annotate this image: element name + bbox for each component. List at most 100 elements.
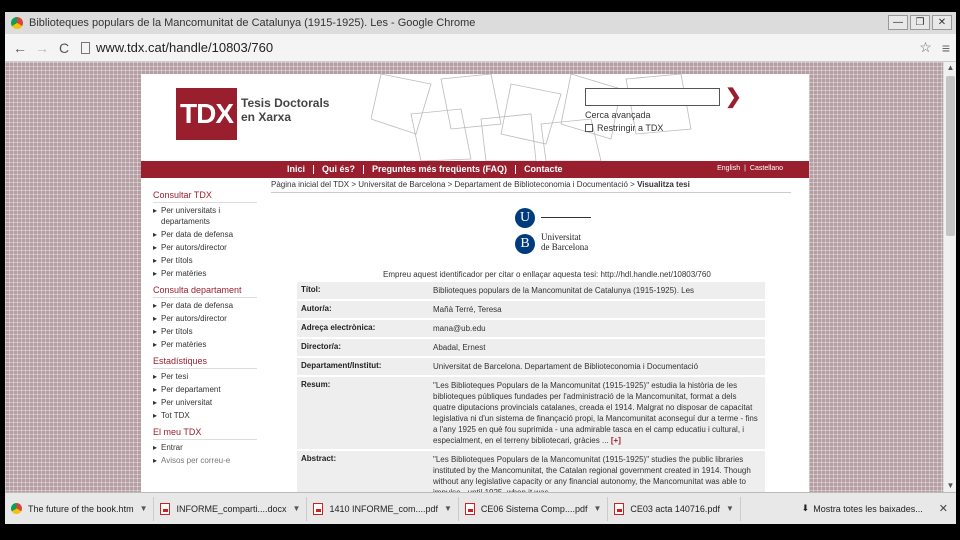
field-label: Autor/a: <box>297 301 429 318</box>
maximize-button[interactable]: ❐ <box>910 15 930 30</box>
sidebar-link[interactable]: Tot TDX <box>153 410 257 421</box>
nav-faq[interactable]: Preguntes més freqüents (FAQ) <box>363 165 515 174</box>
sidebar-link[interactable]: Per autors/director <box>153 242 257 253</box>
sidebar-link[interactable]: Per universitats i departaments <box>153 205 257 227</box>
sidebar-link[interactable]: Per universitat <box>153 397 257 408</box>
page-icon <box>81 41 90 54</box>
sidebar-link[interactable]: Per data de defensa <box>153 300 257 311</box>
permalink-text[interactable]: Empreu aquest identificador per citar o … <box>383 270 711 279</box>
chrome-icon <box>11 17 23 29</box>
download-filename: The future of the book.htm <box>28 503 134 514</box>
sidebar-section-title: Consultar TDX <box>153 190 257 203</box>
field-value: "Les Biblioteques Populars de la Mancomu… <box>429 451 765 492</box>
title-bar: Biblioteques populars de la Mancomunitat… <box>5 12 956 34</box>
table-row: Autor/a: Mañà Terré, Teresa <box>297 301 765 318</box>
sidebar-link[interactable]: Per títols <box>153 326 257 337</box>
lang-castellano[interactable]: Castellano <box>750 165 783 172</box>
star-icon[interactable]: ☆ <box>919 39 932 56</box>
sidebar-link[interactable]: Per departament <box>153 384 257 395</box>
browser-window: Biblioteques populars de la Mancomunitat… <box>5 12 956 524</box>
sidebar-link[interactable]: Per matèries <box>153 268 257 279</box>
page-viewport: TDX Tesis Doctorals en Xarxa ❯ Cerca ava… <box>5 62 943 492</box>
sidebar-link[interactable]: Per títols <box>153 255 257 266</box>
table-row: Abstract: "Les Biblioteques Populars de … <box>297 451 765 492</box>
field-value[interactable]: mana@ub.edu <box>429 320 765 337</box>
scrollbar-thumb[interactable] <box>946 76 955 236</box>
download-icon: ⬇ <box>801 503 810 513</box>
chevron-down-icon[interactable]: ▼ <box>444 504 452 513</box>
reload-button[interactable]: C <box>55 39 73 57</box>
download-item[interactable]: 1410 INFORME_com....pdf ▼ <box>307 496 459 521</box>
chevron-down-icon[interactable]: ▼ <box>140 504 148 513</box>
main-nav: Inici Qui és? Preguntes més freqüents (F… <box>141 161 809 178</box>
field-label: Director/a: <box>297 339 429 356</box>
page-content: Consultar TDX Per universitats i departa… <box>141 178 809 492</box>
lang-english[interactable]: English <box>717 165 740 172</box>
web-page-icon <box>11 503 22 514</box>
chevron-down-icon[interactable]: ▼ <box>293 504 301 513</box>
record-table: Títol: Biblioteques populars de la Manco… <box>297 280 765 492</box>
search-input[interactable] <box>585 88 720 106</box>
menu-icon[interactable]: ≡ <box>942 40 950 56</box>
chevron-down-icon[interactable]: ▼ <box>726 504 734 513</box>
sidebar-section-title: Estadístiques <box>153 356 257 369</box>
chevron-down-icon[interactable]: ▼ <box>593 504 601 513</box>
site-name-line2: en Xarxa <box>241 110 292 124</box>
advanced-search-link[interactable]: Cerca avançada <box>585 110 651 120</box>
back-button[interactable]: ← <box>11 39 29 57</box>
scroll-up-icon[interactable]: ▲ <box>944 62 956 74</box>
url-text[interactable]: www.tdx.cat/handle/10803/760 <box>96 40 273 55</box>
tdx-logo[interactable]: TDX <box>176 88 237 140</box>
download-item[interactable]: The future of the book.htm ▼ <box>5 496 155 521</box>
download-filename: 1410 INFORME_com....pdf <box>329 503 438 514</box>
window-controls: — ❐ ✕ <box>888 15 952 30</box>
show-all-downloads-link[interactable]: Mostra totes les baixades... <box>813 504 923 514</box>
download-item[interactable]: INFORME_comparti....docx ▼ <box>154 496 308 521</box>
table-row: Resum: "Les Biblioteques Populars de la … <box>297 377 765 449</box>
expand-abstract-button[interactable]: [+] <box>611 436 621 445</box>
download-item[interactable]: CE03 acta 140716.pdf ▼ <box>608 496 741 521</box>
restrict-checkbox[interactable] <box>585 124 593 132</box>
table-row: Departament/Institut: Universitat de Bar… <box>297 358 765 375</box>
nav-qui-es[interactable]: Qui és? <box>313 165 363 174</box>
scroll-down-icon[interactable]: ▼ <box>944 480 956 492</box>
sidebar-link[interactable]: Per autors/director <box>153 313 257 324</box>
close-downloads-bar-button[interactable]: ✕ <box>939 502 948 515</box>
window-title: Biblioteques populars de la Mancomunitat… <box>29 17 476 29</box>
search-go-icon[interactable]: ❯ <box>725 84 742 109</box>
field-value[interactable]: Abadal, Ernest <box>429 339 765 356</box>
site-name: Tesis Doctorals en Xarxa <box>241 96 329 124</box>
breadcrumb-path[interactable]: Pàgina inicial del TDX > Universitat de … <box>271 180 637 189</box>
vertical-scrollbar[interactable]: ▲ ▼ <box>943 62 956 492</box>
sidebar-link[interactable]: Per matèries <box>153 339 257 350</box>
sidebar-link[interactable]: Entrar <box>153 442 257 453</box>
forward-button[interactable]: → <box>33 39 51 57</box>
close-window-button[interactable]: ✕ <box>932 15 952 30</box>
field-value[interactable]: Universitat de Barcelona. Departament de… <box>429 358 765 375</box>
ub-name-line2: de Barcelona <box>541 242 589 252</box>
restrict-option[interactable]: Restringir a TDX <box>585 123 663 133</box>
nav-contacte[interactable]: Contacte <box>515 165 571 174</box>
sidebar-link[interactable]: Per tesi <box>153 371 257 382</box>
field-label: Adreça electrònica: <box>297 320 429 337</box>
ub-letter-b: B <box>515 234 535 254</box>
sidebar-link[interactable]: Per data de defensa <box>153 229 257 240</box>
university-logo[interactable]: U B Universitat de Barcelona <box>515 208 605 258</box>
abstract-ca-text: "Les Biblioteques Populars de la Mancomu… <box>433 381 758 445</box>
download-item[interactable]: CE06 Sistema Comp....pdf ▼ <box>459 496 609 521</box>
minimize-button[interactable]: — <box>888 15 908 30</box>
sidebar-link[interactable]: Avisos per correu-e <box>153 455 257 466</box>
breadcrumb: Pàgina inicial del TDX > Universitat de … <box>271 180 791 193</box>
site-name-line1: Tesis Doctorals <box>241 96 330 110</box>
address-bar[interactable]: www.tdx.cat/handle/10803/760 <box>77 38 909 58</box>
download-filename: INFORME_comparti....docx <box>176 503 287 514</box>
site-header: TDX Tesis Doctorals en Xarxa ❯ Cerca ava… <box>141 74 809 161</box>
field-label: Abstract: <box>297 451 429 492</box>
sidebar-section-title: Consulta departament <box>153 285 257 298</box>
nav-inici[interactable]: Inici <box>279 165 313 174</box>
field-label: Títol: <box>297 282 429 299</box>
download-filename: CE03 acta 140716.pdf <box>630 503 720 514</box>
table-row: Director/a: Abadal, Ernest <box>297 339 765 356</box>
ub-name: Universitat de Barcelona <box>541 232 588 252</box>
field-value[interactable]: Mañà Terré, Teresa <box>429 301 765 318</box>
